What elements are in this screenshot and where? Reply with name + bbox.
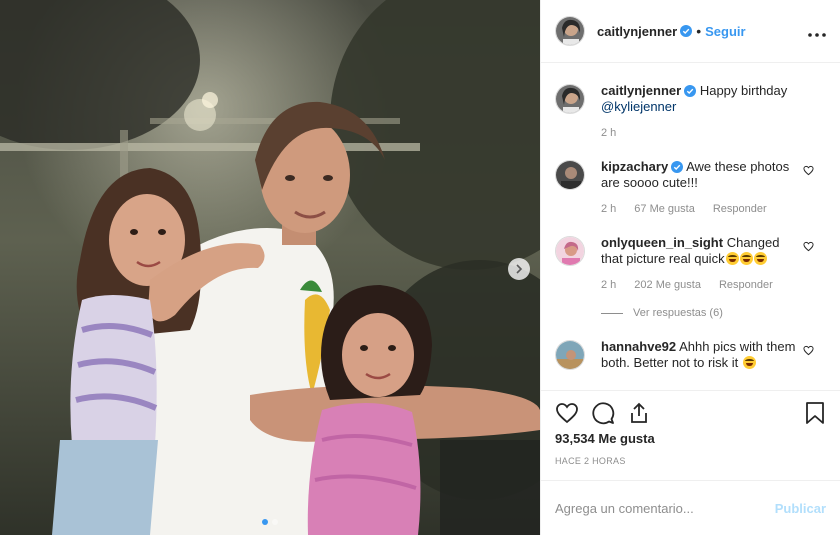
comment-avatar[interactable] [555, 160, 585, 190]
caption-username[interactable]: caitlynjenner [601, 83, 681, 98]
action-bar [555, 399, 826, 427]
instagram-post: caitlynjenner • Seguir caitlynjenner Hap… [0, 0, 840, 535]
chevron-right-icon [516, 264, 523, 274]
follow-button[interactable]: Seguir [705, 24, 745, 39]
more-horizontal-icon [808, 32, 826, 37]
like-button[interactable] [555, 401, 579, 425]
laughing-emoji-icon [753, 252, 767, 265]
carousel-dot-active [262, 519, 268, 525]
comment-avatar[interactable] [555, 236, 585, 266]
caption-body: caitlynjenner Happy birthday @kyliejenne… [601, 83, 801, 141]
next-photo-button[interactable] [508, 258, 530, 280]
comment-item: hannahve92 Ahhh pics with them both. Bet… [555, 339, 826, 371]
caption: caitlynjenner Happy birthday @kyliejenne… [555, 83, 826, 141]
post-header: caitlynjenner • Seguir [541, 0, 840, 63]
comment-username[interactable]: onlyqueen_in_sight [601, 235, 723, 250]
comment-likes[interactable]: 202 Me gusta [634, 277, 701, 293]
caption-text: Happy birthday [699, 83, 788, 98]
comment-input[interactable] [555, 500, 775, 516]
bookmark-icon [806, 402, 824, 424]
post-photo[interactable] [0, 0, 540, 535]
heart-icon [556, 403, 578, 424]
more-options-button[interactable] [808, 21, 826, 42]
comment-avatar[interactable] [555, 340, 585, 370]
comments-list[interactable]: caitlynjenner Happy birthday @kyliejenne… [541, 63, 840, 390]
post-actions: 93,534 Me gusta HACE 2 HORAS [541, 390, 840, 480]
comment-item: kipzachary Awe these photos are soooo cu… [555, 159, 826, 217]
comment-time: 2 h [601, 279, 617, 291]
reply-button[interactable]: Responder [713, 201, 767, 217]
caption-avatar[interactable] [555, 84, 585, 114]
author-username[interactable]: caitlynjenner [597, 24, 677, 39]
verified-badge-icon [680, 25, 693, 37]
heart-icon[interactable] [803, 241, 814, 252]
carousel-indicator [0, 519, 540, 525]
comment-body: kipzachary Awe these photos are soooo cu… [601, 159, 801, 217]
likes-count[interactable]: 93,534 Me gusta [555, 431, 826, 446]
comment-button[interactable] [591, 401, 615, 425]
reply-button[interactable]: Responder [719, 277, 773, 293]
header-separator: • [696, 23, 702, 39]
save-button[interactable] [804, 401, 826, 425]
laughing-emoji-icon [742, 356, 756, 369]
laughing-emoji-icon [739, 252, 753, 265]
comment-body: hannahve92 Ahhh pics with them both. Bet… [601, 339, 801, 371]
caption-meta: 2 h [601, 125, 801, 141]
post-time: HACE 2 HORAS [555, 456, 626, 466]
author-avatar[interactable] [555, 16, 585, 46]
share-icon [631, 402, 647, 423]
comment-meta: 2 h 67 Me gusta Responder [601, 201, 801, 217]
comment-icon [592, 402, 615, 425]
view-replies-button[interactable]: Ver respuestas (6) [601, 305, 801, 321]
add-comment-bar: Publicar [541, 480, 840, 535]
comment-likes[interactable]: 67 Me gusta [634, 201, 695, 217]
carousel-dot [272, 519, 278, 525]
comment-meta: 2 h 202 Me gusta Responder [601, 277, 801, 293]
heart-icon[interactable] [803, 345, 814, 356]
comment-time: 2 h [601, 203, 617, 215]
replies-divider [601, 312, 623, 314]
verified-badge-icon [684, 85, 697, 97]
publish-button[interactable]: Publicar [775, 501, 826, 516]
verified-badge-icon [671, 161, 684, 173]
caption-mention[interactable]: @kyliejenner [601, 99, 676, 114]
comment-username[interactable]: hannahve92 [601, 339, 676, 354]
laughing-emoji-icon [725, 252, 739, 265]
view-replies-label: Ver respuestas (6) [633, 307, 723, 319]
heart-icon[interactable] [803, 165, 814, 176]
comment-item: onlyqueen_in_sight Changed that picture … [555, 235, 826, 321]
post-panel: caitlynjenner • Seguir caitlynjenner Hap… [540, 0, 840, 535]
comment-username[interactable]: kipzachary [601, 159, 668, 174]
share-button[interactable] [627, 401, 651, 425]
caption-time: 2 h [601, 127, 617, 139]
family-photo [0, 0, 540, 535]
comment-body: onlyqueen_in_sight Changed that picture … [601, 235, 801, 321]
